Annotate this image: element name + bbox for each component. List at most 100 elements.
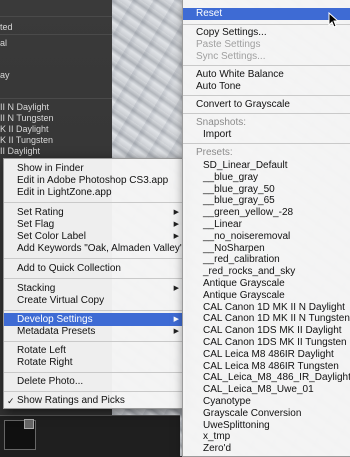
thumbnail-badge-icon <box>24 419 34 429</box>
panel-preset-item[interactable]: al <box>0 38 7 48</box>
menu-item-set-color-label[interactable]: Set Color Label ▶ <box>4 231 185 243</box>
panel-divider <box>0 16 112 17</box>
menu-separator <box>4 310 185 311</box>
submenu-item-reset[interactable]: Reset <box>183 8 350 20</box>
menu-item-label: Reset <box>196 8 223 19</box>
menu-item-rotate-right[interactable]: Rotate Right <box>4 357 185 369</box>
menu-item-label: Metadata Presets <box>17 326 96 337</box>
preset-item[interactable]: CAL Canon 1DS MK II Tungsten <box>183 337 350 349</box>
checkmark-icon: ✓ <box>7 396 15 406</box>
preset-item[interactable]: CAL_Leica_M8_486_IR_Daylight <box>183 372 350 384</box>
preset-item[interactable]: __green_yellow_-28 <box>183 207 350 219</box>
preset-item-label: CAL_Leica_M8_486_IR_Daylight <box>203 372 350 383</box>
menu-separator <box>4 341 185 342</box>
menu-separator <box>183 143 350 144</box>
menu-item-create-virtual-copy[interactable]: Create Virtual Copy <box>4 295 185 307</box>
preset-item[interactable]: __blue_gray <box>183 172 350 184</box>
preset-item-label: Zero'd <box>203 443 232 454</box>
preset-item[interactable]: Antique Grayscale <box>183 290 350 302</box>
submenu-arrow-icon: ▶ <box>173 221 179 228</box>
submenu-item-paste-settings[interactable]: Paste Settings <box>183 39 350 51</box>
preset-item-label: __red_calibration <box>203 254 280 265</box>
section-header-label: Snapshots: <box>196 117 247 128</box>
submenu-item-auto-white-balance[interactable]: Auto White Balance <box>183 69 350 81</box>
submenu-arrow-icon: ▶ <box>173 285 179 292</box>
menu-item-label: Sync Settings... <box>196 51 266 62</box>
menu-item-metadata-presets[interactable]: Metadata Presets ▶ <box>4 326 185 338</box>
menu-separator <box>4 372 185 373</box>
submenu-item-convert-grayscale[interactable]: Convert to Grayscale <box>183 99 350 111</box>
menu-item-label: Import <box>203 129 232 140</box>
preset-item[interactable]: _red_rocks_and_sky <box>183 266 350 278</box>
submenu-arrow-icon: ▶ <box>173 328 179 335</box>
menu-item-edit-lightzone[interactable]: Edit in LightZone.app <box>4 187 185 199</box>
preset-item[interactable]: Cyanotype <box>183 396 350 408</box>
preset-item[interactable]: CAL Leica M8 486IR Daylight <box>183 349 350 361</box>
menu-item-stacking[interactable]: Stacking ▶ <box>4 283 185 295</box>
preset-item[interactable]: x_tmp <box>183 431 350 443</box>
develop-settings-submenu: Reset Copy Settings... Paste Settings Sy… <box>182 0 350 457</box>
menu-separator <box>4 278 185 279</box>
panel-preset-item[interactable]: II N Daylight <box>0 102 49 112</box>
panel-preset-item[interactable]: K II Daylight <box>0 124 49 134</box>
preset-item-label: CAL Canon 1DS MK II Tungsten <box>203 337 347 348</box>
panel-divider <box>0 98 112 99</box>
menu-item-add-quick-collection[interactable]: Add to Quick Collection <box>4 263 185 275</box>
preset-item[interactable]: CAL_Leica_M8_Uwe_01 <box>183 384 350 396</box>
menu-item-label: Rotate Left <box>17 345 66 356</box>
menu-item-set-flag[interactable]: Set Flag ▶ <box>4 219 185 231</box>
submenu-item-auto-tone[interactable]: Auto Tone <box>183 81 350 93</box>
preset-item[interactable]: CAL Canon 1D MK II N Tungsten <box>183 313 350 325</box>
menu-item-label: Create Virtual Copy <box>17 295 105 306</box>
panel-preset-item[interactable]: ay <box>0 70 10 80</box>
submenu-item-copy-settings[interactable]: Copy Settings... <box>183 27 350 39</box>
panel-preset-item[interactable]: ted <box>0 22 13 32</box>
preset-item[interactable]: Grayscale Conversion <box>183 408 350 420</box>
preset-item[interactable]: SD_Linear_Default <box>183 160 350 172</box>
menu-item-show-in-finder[interactable]: Show in Finder <box>4 163 185 175</box>
panel-preset-item[interactable]: II N Tungsten <box>0 113 54 123</box>
menu-item-label: Set Flag <box>17 219 55 230</box>
menu-item-delete-photo[interactable]: Delete Photo... <box>4 376 185 388</box>
preset-item[interactable]: Zero'd <box>183 443 350 455</box>
snapshots-header: Snapshots: <box>183 117 350 129</box>
menu-separator <box>4 258 185 259</box>
preset-item[interactable]: __no_noiseremoval <box>183 231 350 243</box>
preset-item[interactable]: __red_calibration <box>183 254 350 266</box>
panel-preset-item[interactable]: II Daylight <box>0 146 40 156</box>
preset-item-label: x_tmp <box>203 431 231 442</box>
panel-divider <box>0 34 112 35</box>
preset-item[interactable]: CAL Canon 1DS MK II Daylight <box>183 325 350 337</box>
menu-separator <box>4 202 185 203</box>
menu-item-edit-photoshop[interactable]: Edit in Adobe Photoshop CS3.app <box>4 175 185 187</box>
panel-preset-item[interactable]: K II Tungsten <box>0 135 53 145</box>
menu-item-label: Edit in Adobe Photoshop CS3.app <box>17 175 169 186</box>
preset-item-label: Cyanotype <box>203 396 251 407</box>
menu-item-develop-settings[interactable]: Develop Settings ▶ <box>4 313 185 326</box>
menu-separator <box>183 65 350 66</box>
submenu-arrow-icon: ▶ <box>173 209 179 216</box>
menu-item-label: Develop Settings <box>17 314 93 325</box>
menu-item-add-keywords[interactable]: Add Keywords "Oak, Almaden Valley" <box>4 243 185 255</box>
preset-item[interactable]: __Linear <box>183 219 350 231</box>
preset-item-label: CAL Canon 1D MK II N Tungsten <box>203 313 350 324</box>
menu-separator <box>4 391 185 392</box>
menu-item-label: Auto Tone <box>196 81 241 92</box>
menu-item-show-ratings-picks[interactable]: ✓ Show Ratings and Picks <box>4 395 185 407</box>
submenu-arrow-icon: ▶ <box>173 233 179 240</box>
menu-item-set-rating[interactable]: Set Rating ▶ <box>4 207 185 219</box>
submenu-item-sync-settings[interactable]: Sync Settings... <box>183 51 350 63</box>
presets-header: Presets: <box>183 147 350 159</box>
submenu-item-snapshot-import[interactable]: Import <box>183 129 350 141</box>
menu-item-label: Delete Photo... <box>17 376 84 387</box>
preset-item-label: __Linear <box>203 219 242 230</box>
menu-item-label: Paste Settings <box>196 39 261 50</box>
preset-item-label: __blue_gray <box>203 172 259 183</box>
menu-item-rotate-left[interactable]: Rotate Left <box>4 345 185 357</box>
submenu-arrow-icon: ▶ <box>173 316 179 323</box>
preset-item[interactable]: Antique Grayscale <box>183 278 350 290</box>
preset-item-label: CAL Canon 1DS MK II Daylight <box>203 325 342 336</box>
preset-item-label: _red_rocks_and_sky <box>203 266 296 277</box>
preset-item[interactable]: __blue_gray_65 <box>183 195 350 207</box>
section-header-label: Presets: <box>196 147 233 158</box>
